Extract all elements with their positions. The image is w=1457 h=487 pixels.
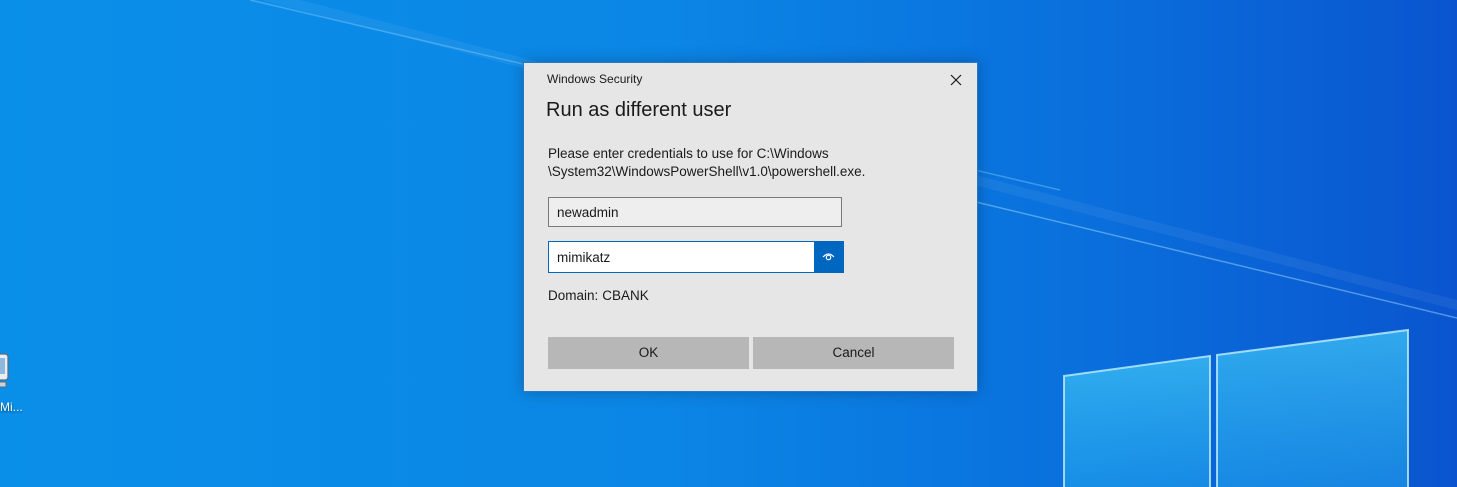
eye-icon — [822, 253, 835, 261]
close-button[interactable] — [940, 67, 972, 93]
dialog-message-line: Please enter credentials to use for C:\W… — [548, 146, 829, 161]
dialog-message-line: \System32\WindowsPowerShell\v1.0\powersh… — [548, 164, 866, 179]
desktop-shortcut[interactable]: Mi... — [0, 350, 26, 420]
domain-value: CBANK — [602, 288, 649, 303]
password-field[interactable] — [549, 242, 815, 272]
close-icon — [950, 74, 962, 86]
desktop: Mi... Windows Security Run as different … — [0, 0, 1457, 487]
cancel-button[interactable]: Cancel — [753, 337, 954, 369]
domain-label: Domain: — [548, 288, 599, 303]
password-field-container — [548, 241, 844, 273]
username-field[interactable] — [548, 197, 842, 227]
ok-button[interactable]: OK — [548, 337, 749, 369]
desktop-shortcut-label: Mi... — [0, 400, 23, 414]
reveal-password-button[interactable] — [814, 242, 843, 272]
computer-icon — [0, 353, 9, 388]
dialog-title: Run as different user — [546, 99, 732, 121]
domain-info: Domain: CBANK — [548, 288, 649, 303]
dialog-message: Please enter credentials to use for C:\W… — [548, 145, 868, 181]
dialog-caption: Windows Security — [547, 72, 643, 86]
windows-security-dialog: Windows Security Run as different user P… — [523, 62, 978, 392]
